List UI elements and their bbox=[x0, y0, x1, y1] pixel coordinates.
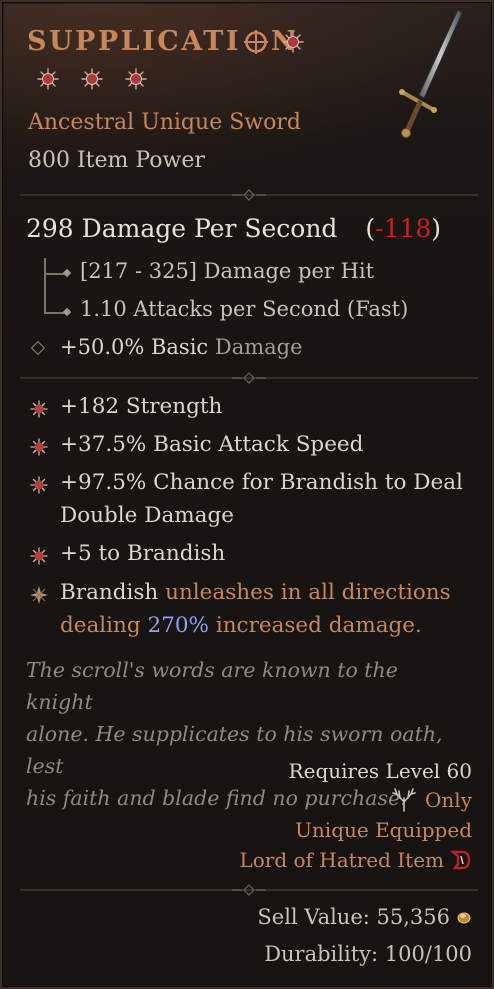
expansion-line: Lord of Hatred Item bbox=[239, 848, 472, 872]
flavor-line: The scroll's words are known to the knig… bbox=[26, 658, 398, 714]
unique-power-line2: dealing 270% increased damage. bbox=[60, 613, 422, 638]
bracket-diamond bbox=[62, 307, 72, 317]
dps-delta-open: ( bbox=[365, 214, 376, 243]
item-title-part1: SUPPLICATI bbox=[27, 26, 241, 57]
affix-line: +182 Strength bbox=[60, 394, 223, 419]
unique-equipped: Unique Equipped bbox=[295, 818, 472, 842]
dps-delta-close: ) bbox=[431, 214, 442, 243]
unique-power-skill: Brandish bbox=[60, 580, 166, 605]
implicit-prefix: +50.0% Basic bbox=[60, 335, 215, 359]
asterisk-burst-icon bbox=[30, 547, 48, 565]
affix-line: +5 to Brandish bbox=[60, 541, 226, 566]
compass-o-icon bbox=[243, 29, 268, 54]
implicit-suffix: Damage bbox=[214, 335, 303, 359]
bracket-diamond bbox=[62, 268, 72, 278]
ancestral-stars bbox=[37, 68, 147, 90]
section-divider bbox=[20, 372, 478, 384]
stat-bracket bbox=[44, 258, 46, 314]
item-title: SUPPLICATI N bbox=[27, 26, 298, 57]
asterisk-burst-icon bbox=[30, 400, 48, 418]
asterisk-burst-icon bbox=[30, 438, 48, 456]
rarity-line: Ancestral Unique Sword bbox=[28, 110, 301, 135]
section-divider bbox=[20, 189, 478, 201]
four-point-star-icon bbox=[30, 586, 48, 604]
durability: Durability: 100/100 bbox=[264, 942, 472, 966]
class-only-label: Only bbox=[425, 788, 472, 812]
implicit-affix: +50.0% Basic Damage bbox=[60, 335, 303, 359]
section-divider bbox=[20, 884, 478, 896]
class-restriction: Only bbox=[391, 788, 472, 812]
dps-delta: -118 bbox=[375, 214, 432, 243]
affix-line-cont: Double Damage bbox=[60, 503, 234, 528]
implicit-diamond-icon bbox=[30, 340, 46, 356]
required-level: Requires Level 60 bbox=[288, 759, 472, 783]
gold-coin-icon bbox=[457, 912, 471, 924]
affix-line: +97.5% Chance for Brandish to Deal bbox=[60, 470, 463, 495]
ancestral-star-icon bbox=[81, 68, 103, 90]
item-tooltip: SUPPLICATI N Ancestral Unique Sword 800 … bbox=[0, 0, 494, 989]
unique-power-text: increased damage. bbox=[208, 613, 422, 638]
legendary-star-icon bbox=[282, 31, 304, 53]
sword-icon bbox=[399, 9, 463, 138]
unique-power-line1: Brandish unleashes in all directions bbox=[60, 580, 451, 605]
druid-antler-icon bbox=[392, 788, 416, 812]
expansion-label: Lord of Hatred Item bbox=[239, 848, 444, 872]
unique-power-text: dealing bbox=[60, 613, 148, 638]
damage-per-hit: [217 - 325] Damage per Hit bbox=[80, 259, 375, 283]
asterisk-burst-icon bbox=[30, 476, 48, 494]
affix-line: +37.5% Basic Attack Speed bbox=[60, 432, 364, 457]
sell-value: Sell Value: 55,356 bbox=[257, 905, 472, 929]
lord-of-hatred-icon bbox=[450, 850, 471, 870]
unique-power-value: 270% bbox=[147, 613, 209, 638]
sell-value-text: Sell Value: 55,356 bbox=[257, 905, 450, 929]
damage-per-second: 298 Damage Per Second (-118) bbox=[26, 214, 441, 243]
ancestral-star-icon bbox=[37, 68, 59, 90]
dps-value: 298 Damage Per Second bbox=[26, 214, 338, 243]
ancestral-star-icon bbox=[125, 68, 147, 90]
unique-power-text: unleashes in all directions bbox=[165, 580, 451, 605]
item-power: 800 Item Power bbox=[28, 148, 205, 173]
attacks-per-second: 1.10 Attacks per Second (Fast) bbox=[80, 297, 409, 321]
